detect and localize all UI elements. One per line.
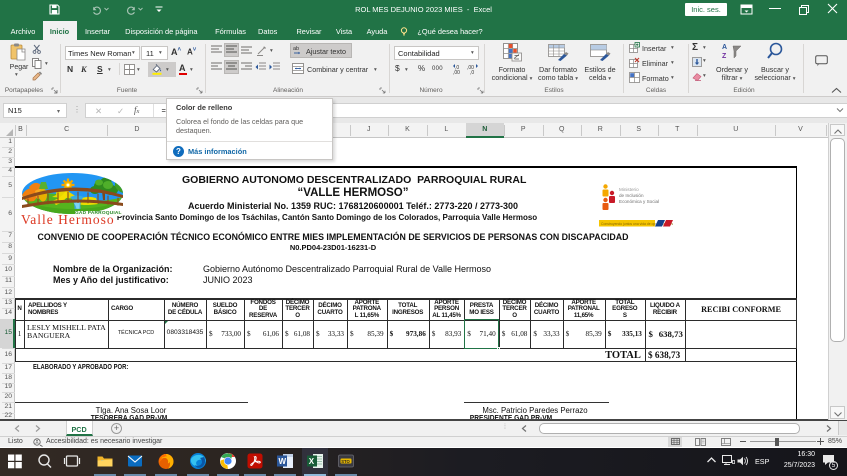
- svg-text:A: A: [722, 44, 727, 51]
- svg-text:ab: ab: [293, 46, 299, 52]
- svg-text:,0: ,0: [470, 70, 474, 75]
- svg-text:STO: STO: [341, 459, 350, 464]
- svg-text:Z: Z: [722, 53, 727, 60]
- svg-text:W: W: [279, 457, 287, 466]
- svg-text:Económica y Social: Económica y Social: [619, 199, 659, 204]
- svg-text:X: X: [309, 457, 315, 466]
- svg-text:Ministerio: Ministerio: [619, 187, 639, 192]
- svg-text:,00: ,00: [453, 70, 460, 75]
- svg-text:de Inclusión: de Inclusión: [619, 193, 644, 198]
